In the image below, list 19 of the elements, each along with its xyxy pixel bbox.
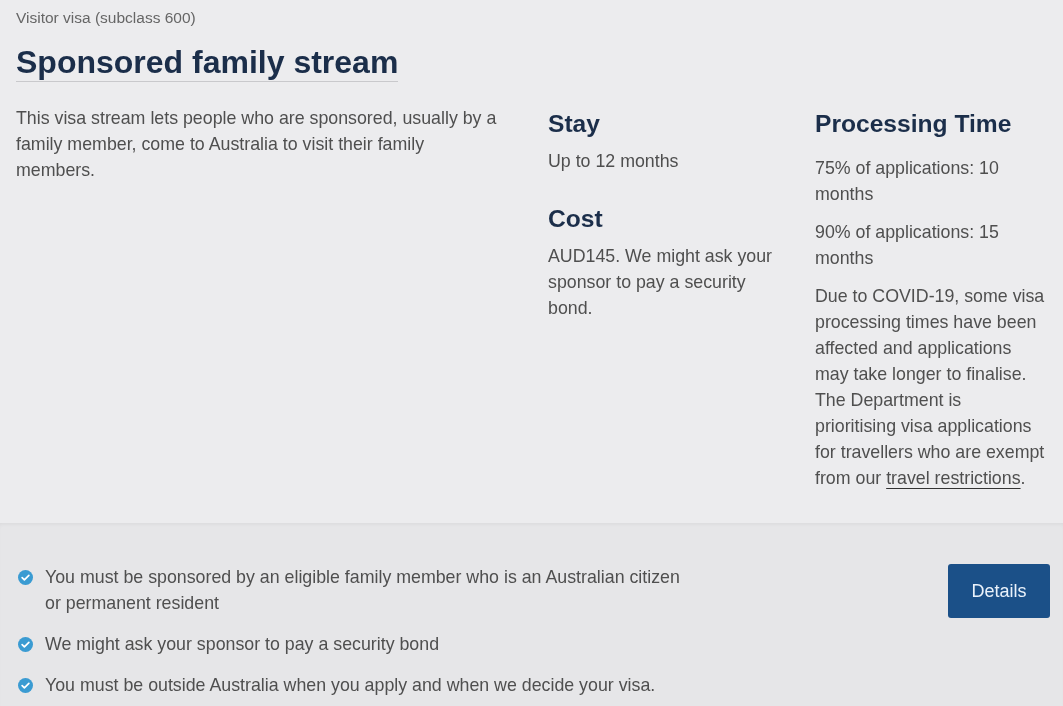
requirement-text: You must be sponsored by an eligible family member who is an Australian citizen or permanent resident: [45, 566, 681, 615]
page-title: Sponsored family stream: [16, 44, 399, 82]
processing-text: Due to COVID-19, some visa processing times have been affected and applications may take longer to finalise. The Department is prioritising visa applications for travellers who are exempt from our travel restrictions.: [815, 285, 1046, 490]
section-heading: Cost: [548, 204, 604, 234]
processing-text: 75% of applications: 10 months: [815, 157, 1000, 206]
check-circle-icon: [18, 637, 33, 652]
requirement-text: You must be outside Australia when you apply and when we decide your visa.: [45, 674, 656, 697]
description: This visa stream lets people who are sponsored, usually by a family member, come to Australia to visit their family members.: [16, 107, 498, 182]
details-button[interactable]: Details: [948, 564, 1050, 618]
fact-text: AUD145. We might ask your sponsor to pay a security bond.: [548, 245, 773, 320]
section-heading: Processing Time: [815, 109, 1013, 139]
processing-text: 90% of applications: 15 months: [815, 221, 1000, 270]
fact-text: Up to 12 months: [548, 150, 680, 173]
requirement-text: We might ask your sponsor to pay a security bond: [45, 633, 440, 656]
travel-restrictions-link[interactable]: travel restrictions: [886, 468, 1021, 488]
check-circle-icon: [18, 570, 33, 585]
check-circle-icon: [18, 678, 33, 693]
breadcrumb: Visitor visa (subclass 600): [16, 9, 196, 27]
section-heading: Stay: [548, 109, 601, 139]
